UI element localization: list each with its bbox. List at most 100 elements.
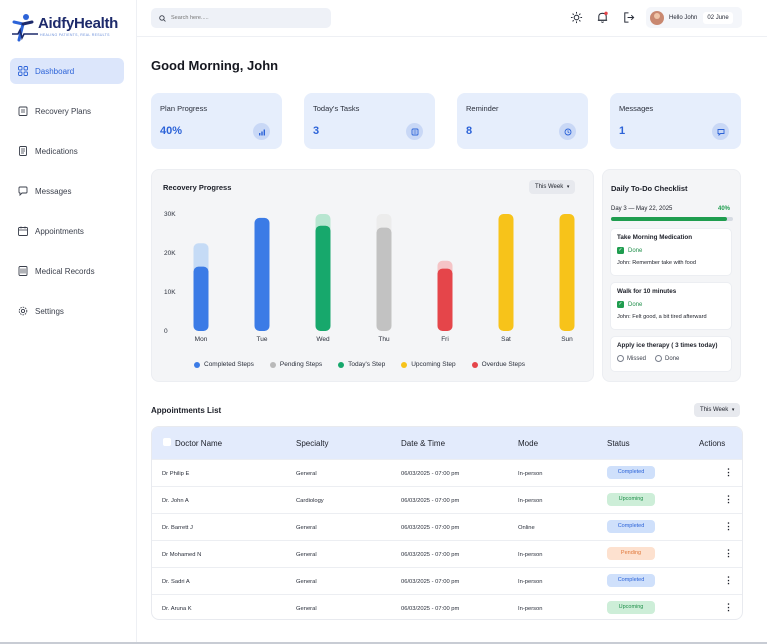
table-row[interactable]: Dr. Barrett J General 06/03/2025 - 07:00 p… (152, 513, 742, 540)
cell-mode: In-person (518, 606, 543, 612)
appointments-week-filter[interactable]: This Week ▾ (694, 403, 741, 417)
table-row[interactable]: Dr. Sadri A General 06/03/2025 - 07:00 pm I… (152, 567, 742, 594)
search-input[interactable] (171, 15, 311, 21)
legend-dot (194, 361, 200, 368)
more-actions-icon[interactable]: ⋮ (724, 602, 733, 613)
card-todays-tasks[interactable]: Today's Tasks 3 (304, 93, 435, 149)
calendar-icon (18, 226, 28, 236)
search-box[interactable] (151, 8, 331, 28)
sidebar-item-messages[interactable]: Messages (10, 178, 124, 204)
y-tick-label: 30K (164, 211, 176, 218)
more-actions-icon[interactable]: ⋮ (724, 494, 733, 505)
legend-item: Today's Step (338, 361, 385, 368)
sun-icon[interactable] (570, 11, 583, 24)
more-actions-icon[interactable]: ⋮ (724, 521, 733, 532)
brand-tagline: HEALING PATIENTS, REAL RESULTS (40, 33, 110, 37)
bar-sun[interactable] (559, 214, 575, 331)
search-icon (159, 14, 166, 22)
legend-item: Completed Steps (194, 361, 254, 368)
sidebar-item-medical-records[interactable]: Medical Records (10, 258, 124, 284)
table-header: Doctor Name Specialty Date & Time Mode S… (152, 427, 742, 459)
cell-mode: Online (518, 525, 535, 531)
grid-icon (18, 66, 28, 76)
card-value: 1 (619, 125, 626, 137)
card-label: Plan Progress (160, 104, 208, 113)
done-checkbox[interactable]: ✓ Done (617, 247, 725, 254)
sidebar-item-settings[interactable]: Settings (10, 298, 124, 324)
x-tick-label: Tue (257, 336, 268, 343)
more-actions-icon[interactable]: ⋮ (724, 548, 733, 559)
sidebar-item-label: Medical Records (35, 266, 95, 276)
table-row[interactable]: Dr. Aruna K General 06/03/2025 - 07:00 pm I… (152, 594, 742, 619)
todo-note: John: Felt good, a bit tired afterward (617, 314, 707, 320)
header-status: Status (607, 439, 630, 448)
pill-list-icon (19, 146, 27, 156)
sidebar-item-dashboard[interactable]: Dashboard (10, 58, 124, 84)
checklist-day-label: Day 3 — May 22, 2025 (611, 206, 673, 212)
done-radio[interactable] (655, 355, 663, 362)
user-greeting: Hello John (669, 14, 698, 21)
chat-icon (18, 186, 28, 196)
daily-checklist-panel: Daily To-Do Checklist Day 3 — May 22, 20… (602, 169, 741, 382)
legend-item: Upcoming Step (401, 361, 456, 368)
checklist-progress-label: 40% (717, 206, 730, 212)
cell-specialty: General (296, 552, 317, 558)
header-mode: Mode (518, 439, 539, 448)
card-reminder[interactable]: Reminder 8 (457, 93, 588, 149)
cell-specialty: General (296, 579, 317, 585)
cell-doctor: Dr Philip E (162, 471, 190, 477)
header-specialty: Specialty (296, 439, 329, 448)
legend-dot (338, 361, 345, 368)
table-row[interactable]: Dr Philip E General 06/03/2025 - 07:00 pm I… (152, 459, 742, 486)
check-icon: ✓ (617, 301, 624, 308)
bar-sat[interactable] (498, 214, 514, 331)
more-actions-icon[interactable]: ⋮ (724, 575, 733, 586)
checklist-title: Daily To-Do Checklist (611, 184, 688, 193)
tasks-icon (406, 123, 423, 140)
brand-logo[interactable]: AidfyHealth HEALING PATIENTS, REAL RESUL… (10, 10, 120, 44)
card-plan-progress[interactable]: Plan Progress 40% (151, 93, 282, 149)
cell-doctor: Dr. Sadri A (162, 579, 190, 585)
legend-label: Today's Step (348, 361, 386, 368)
sidebar-item-medications[interactable]: Medications (10, 138, 124, 164)
todo-item-walk[interactable]: Walk for 10 minutes ✓ Done John: Felt goo… (610, 282, 732, 330)
more-actions-icon[interactable]: ⋮ (724, 467, 733, 478)
todo-title: Take Morning Medication (617, 234, 693, 241)
progress-fill (611, 217, 727, 221)
cell-mode: In-person (518, 498, 543, 504)
user-menu[interactable]: Hello John 02 June (646, 7, 742, 28)
todo-title: Apply ice therapy ( 3 times today) (617, 342, 718, 349)
table-row[interactable]: Dr Mohamed N General 06/03/2025 - 07:00 pm… (152, 540, 742, 567)
card-label: Today's Tasks (313, 104, 360, 113)
dropdown-label: This Week (700, 407, 729, 413)
status-badge: Upcoming (607, 493, 655, 506)
cell-doctor: Dr. Aruna K (162, 606, 192, 612)
cell-specialty: General (296, 525, 317, 531)
table-row[interactable]: Dr. John A Cardiology 06/03/2025 - 07:00 p… (152, 486, 742, 513)
y-tick-label: 20K (164, 250, 176, 257)
bar-thu[interactable] (376, 227, 392, 331)
bar-tue[interactable] (254, 217, 270, 331)
sidebar-item-label: Medications (35, 146, 78, 156)
bar-fri[interactable] (437, 268, 453, 331)
bar-mon[interactable] (193, 266, 209, 331)
bar-wed[interactable] (315, 225, 331, 331)
bell-icon[interactable] (596, 11, 609, 24)
topbar: Hello John 02 June (137, 0, 767, 37)
cell-doctor: Dr. Barrett J (162, 525, 193, 531)
recovery-progress-chart: 30K 20K 10K 0 Mon Tue Wed Thu Fri Sat Sun (164, 211, 575, 343)
date-badge: 02 June (703, 11, 733, 24)
todo-item-ice-therapy[interactable]: Apply ice therapy ( 3 times today) Misse… (610, 336, 732, 372)
y-tick-label: 0 (164, 328, 168, 335)
done-checkbox[interactable]: ✓ Done (617, 301, 725, 308)
logout-icon[interactable] (622, 11, 635, 24)
select-all-checkbox[interactable] (163, 438, 171, 446)
card-messages[interactable]: Messages 1 (610, 93, 741, 149)
sidebar-item-appointments[interactable]: Appointments (10, 218, 124, 244)
chevron-down-icon: ▾ (731, 407, 735, 413)
x-tick-label: Sun (561, 336, 573, 343)
missed-radio[interactable] (617, 355, 624, 362)
todo-item-medication[interactable]: Take Morning Medication ✓ Done John: Reme… (610, 228, 732, 276)
sidebar-item-recovery-plans[interactable]: Recovery Plans (10, 98, 124, 124)
done-label: Done (628, 301, 643, 308)
